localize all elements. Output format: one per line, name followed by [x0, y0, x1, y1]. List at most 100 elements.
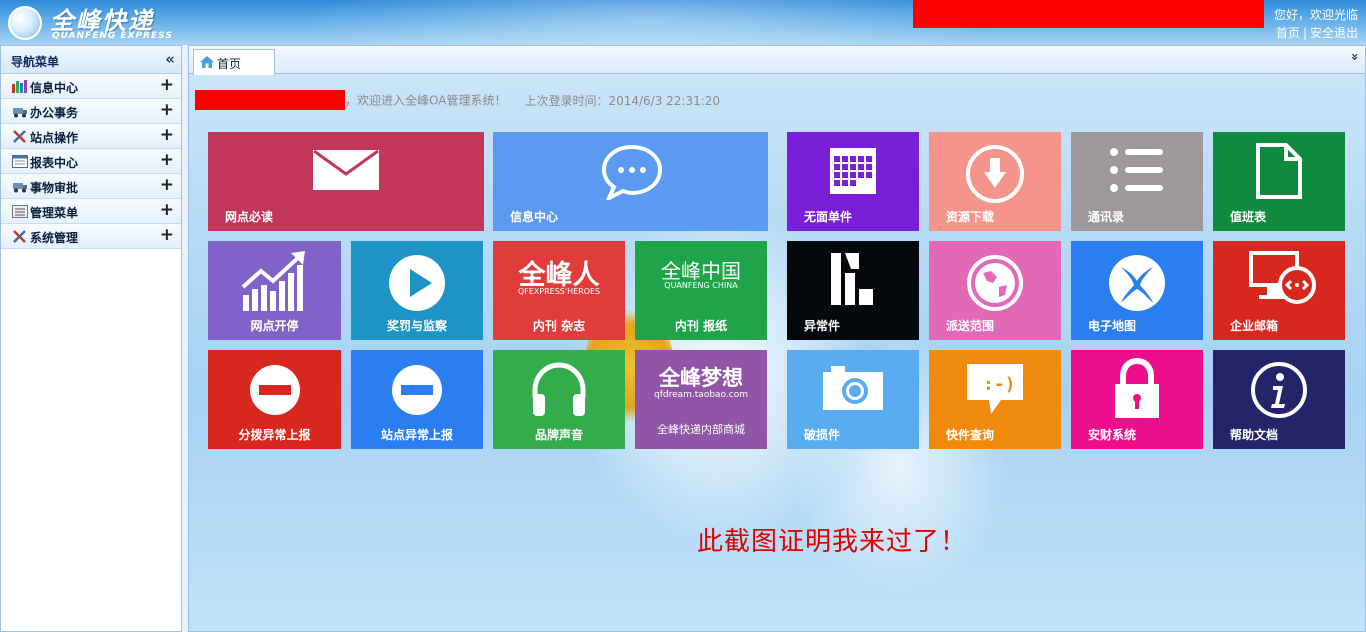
tile-internal-mall[interactable]: 全峰梦想 qfdream.taobao.com 全峰快递内部商城	[635, 350, 767, 449]
tile-delivery-range[interactable]: 派送范围	[929, 241, 1061, 340]
expand-icon[interactable]: +	[160, 225, 174, 245]
download-icon	[966, 145, 1024, 203]
stop-minus-icon	[392, 365, 442, 415]
last-login-text: 上次登录时间：2014/6/3 22:31:20	[524, 93, 721, 108]
company-logo: 全峰快递 QUANFENG EXPRESS	[8, 4, 190, 42]
tile-label: 无面单件	[804, 210, 853, 224]
tools-icon	[13, 130, 26, 143]
play-icon	[389, 255, 445, 311]
tile-label: 全峰快递内部商城	[657, 423, 745, 436]
expand-icon[interactable]: +	[160, 75, 174, 95]
tile-contacts[interactable]: 通讯录	[1071, 132, 1203, 231]
mall-logo-text: 全峰梦想	[659, 365, 743, 390]
remote-desktop-icon	[1249, 251, 1316, 304]
tile-resource-download[interactable]: 资源下载	[929, 132, 1061, 231]
growth-chart-icon	[241, 251, 305, 311]
tile-damaged-parcel[interactable]: 破损件	[787, 350, 919, 449]
tile-outlet-must-read[interactable]: 网点必读	[208, 132, 484, 231]
link-separator: |	[1302, 26, 1307, 40]
magazine-logo-subtext: QFEXPRESS'HEROES	[517, 287, 601, 296]
sidebar-item-label: 系统管理	[30, 231, 79, 245]
headphones-icon	[532, 362, 586, 416]
tile-label: 内刊 杂志	[532, 319, 586, 333]
tile-duty-schedule[interactable]: 值班表	[1213, 132, 1345, 231]
expand-icon[interactable]: +	[160, 150, 174, 170]
list-icon	[1110, 148, 1163, 192]
chat-bubble-icon	[601, 144, 663, 200]
welcome-line: ，欢迎进入全峰OA管理系统！ 上次登录时间：2014/6/3 22:31:20	[195, 90, 720, 110]
info-icon	[1251, 362, 1307, 418]
tile-parcel-query[interactable]: :-) 快件查询	[929, 350, 1061, 449]
tab-scroll-icon[interactable]: »	[1348, 53, 1362, 65]
sidebar-item-office[interactable]: 办公事务 +	[1, 99, 181, 124]
expand-icon[interactable]: +	[160, 125, 174, 145]
tile-label: 品牌声音	[535, 428, 584, 442]
sidebar-item-label: 管理菜单	[30, 206, 79, 220]
sidebar-item-approval[interactable]: 事物审批 +	[1, 174, 181, 199]
greeting-text: 您好，欢迎光临	[1273, 8, 1358, 22]
sidebar-item-label: 站点操作	[30, 131, 79, 145]
tile-internal-magazine[interactable]: 全峰人 QFEXPRESS'HEROES 内刊 杂志	[493, 241, 625, 340]
home-icon	[200, 56, 214, 68]
tools-icon	[13, 230, 26, 243]
tab-home[interactable]: 首页	[193, 49, 275, 75]
tile-help-docs[interactable]: 帮助文档	[1213, 350, 1345, 449]
header-glow	[300, 0, 1000, 45]
sidebar-item-management[interactable]: 管理菜单 +	[1, 199, 181, 224]
globe-icon	[8, 6, 42, 40]
tile-info-center[interactable]: 信息中心	[493, 132, 768, 231]
document-icon	[1256, 143, 1302, 199]
tile-no-waybill[interactable]: 无面单件	[787, 132, 919, 231]
chat-emoticon-icon: :-)	[967, 364, 1023, 414]
tile-brand-voice[interactable]: 品牌声音	[493, 350, 625, 449]
tile-label: 站点异常上报	[380, 428, 453, 442]
tile-internal-newspaper[interactable]: 全峰中国 QUANFENG CHINA 内刊 报纸	[635, 241, 767, 340]
mail-icon	[313, 150, 379, 190]
expand-icon[interactable]: +	[160, 200, 174, 220]
tile-outlet-open-close[interactable]: 网点开停	[208, 241, 341, 340]
sidebar-item-station-ops[interactable]: 站点操作 +	[1, 124, 181, 149]
home-link[interactable]: 首页	[1276, 26, 1300, 40]
main-panel: 首页 » ，欢迎进入全峰OA管理系统！ 上次登录时间：2014/6/3 22:31…	[188, 45, 1366, 632]
tile-label: 企业邮箱	[1230, 319, 1279, 333]
report-icon	[12, 155, 28, 168]
camera-icon	[823, 366, 883, 410]
tile-abnormal-parcel[interactable]: 异常件	[787, 241, 919, 340]
tile-security-system[interactable]: 安财系统	[1071, 350, 1203, 449]
redacted-username	[195, 90, 345, 110]
tile-label: 电子地图	[1088, 319, 1137, 333]
mall-logo-subtext: qfdream.taobao.com	[654, 390, 748, 400]
tile-label: 资源下载	[946, 210, 995, 224]
tile-corporate-mail[interactable]: 企业邮箱	[1213, 241, 1345, 340]
newspaper-logo-text: 全峰中国	[661, 259, 741, 283]
sidebar-item-reports[interactable]: 报表中心 +	[1, 149, 181, 174]
tab-label: 首页	[217, 57, 242, 71]
newspaper-logo-subtext: QUANFENG CHINA	[664, 281, 738, 290]
tile-rewards-inspection[interactable]: 奖罚与监察	[351, 241, 483, 340]
tile-hub-exception-report[interactable]: 分拨异常上报	[208, 350, 341, 449]
nav-header: 导航菜单 «	[1, 46, 181, 74]
sidebar-item-system[interactable]: 系统管理 +	[1, 224, 181, 249]
truck-icon	[13, 183, 27, 193]
expand-icon[interactable]: +	[160, 100, 174, 120]
tile-label: 奖罚与监察	[386, 319, 447, 333]
welcome-text: ，欢迎进入全峰OA管理系统！	[345, 93, 507, 108]
tile-label: 网点必读	[225, 210, 274, 224]
tile-label: 分拨异常上报	[238, 428, 311, 442]
list-icon	[12, 205, 28, 218]
sidebar-item-info-center[interactable]: 信息中心 +	[1, 74, 181, 99]
redacted-banner	[913, 0, 1264, 28]
tile-electronic-map[interactable]: 电子地图	[1071, 241, 1203, 340]
bar-chart-icon	[12, 80, 27, 93]
collapse-icon[interactable]: «	[165, 50, 175, 68]
tile-label: 异常件	[804, 319, 841, 333]
xbox-icon	[1109, 255, 1165, 311]
expand-icon[interactable]: +	[160, 175, 174, 195]
tile-station-exception-report[interactable]: 站点异常上报	[351, 350, 483, 449]
svg-text::-): :-)	[983, 374, 1016, 395]
brand-mark-icon	[831, 253, 873, 305]
lock-icon	[1115, 358, 1159, 418]
logout-link[interactable]: 安全退出	[1310, 26, 1358, 40]
truck-icon	[13, 108, 27, 118]
tile-label: 值班表	[1230, 210, 1267, 224]
